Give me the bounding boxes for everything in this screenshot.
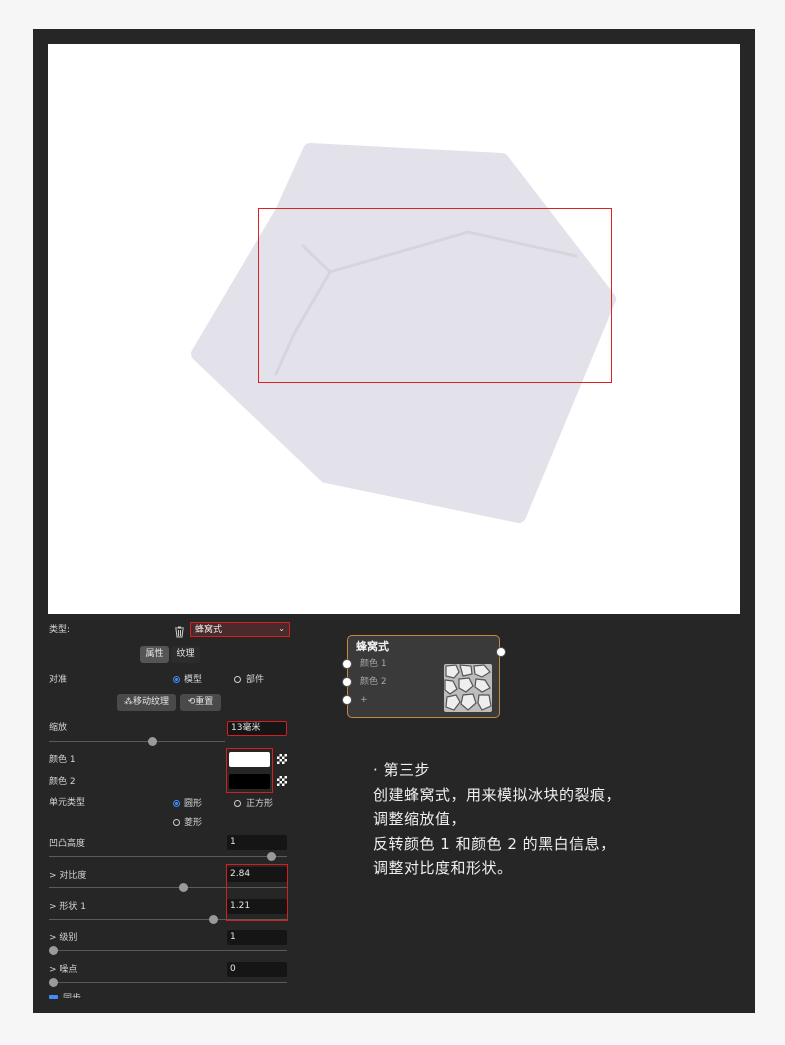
radio-circle-label: 圆形 [184,799,203,809]
tab-properties[interactable]: 属性 [140,646,169,663]
shape-label: > 形状 1 [49,902,86,912]
node-input-color2-label: 颜色 2 [360,677,387,687]
radio-part[interactable] [234,676,241,683]
type-dropdown-value: 蜂窝式 [195,625,223,635]
node-input-add-label: + [360,695,368,705]
radio-square-label: 正方形 [246,799,274,809]
bump-field[interactable]: 1 [227,835,287,850]
radio-circle[interactable] [173,800,180,807]
step-description: · 第三步 创建蜂窝式，用来模拟冰块的裂痕， 调整缩放值， 反转颜色 1 和颜色… [373,758,621,881]
color2-label: 颜色 2 [49,777,76,787]
node-input-port-add[interactable] [342,695,352,705]
sync-checkbox[interactable] [49,995,58,999]
step-line: 调整缩放值， [373,810,467,828]
contrast-slider-knob[interactable] [179,883,188,892]
move-texture-button[interactable]: ⁂移动纹理 [117,694,176,711]
level-label: > 级别 [49,933,78,943]
noise-field[interactable]: 0 [227,962,287,977]
color1-label: 颜色 1 [49,755,76,765]
noise-slider-knob[interactable] [49,978,58,987]
type-label: 类型: [49,625,71,635]
sync-label: 同步 [63,993,81,998]
color2-swatch[interactable] [229,774,270,789]
contrast-shape-highlight-box [226,864,288,921]
cell-type-label: 单元类型 [49,798,86,808]
radio-part-label: 部件 [246,675,265,685]
step-line: 创建蜂窝式，用来模拟冰块的裂痕， [373,785,622,804]
move-icon: ⁂ [123,697,133,707]
step-line: 调整对比度和形状。 [373,859,513,877]
scale-label: 缩放 [49,723,68,733]
type-dropdown[interactable]: 蜂窝式 ⌄ [190,622,290,637]
scale-field[interactable]: 13毫米 [227,721,287,736]
3d-viewport[interactable] [48,44,740,614]
node-title: 蜂窝式 [356,640,389,653]
radio-square[interactable] [234,800,241,807]
level-slider-knob[interactable] [49,946,58,955]
contrast-label: > 对比度 [49,871,87,881]
chevron-down-icon: ⌄ [278,624,285,633]
checker-icon[interactable] [277,776,287,786]
noise-label: > 噪点 [49,965,78,975]
node-input-port-color1[interactable] [342,659,352,669]
color1-swatch[interactable] [229,752,270,767]
align-label: 对准 [49,675,68,685]
scale-slider-knob[interactable] [148,737,157,746]
checker-icon[interactable] [277,754,287,764]
honeycomb-node[interactable]: 蜂窝式 颜色 1 颜色 2 + [342,635,506,718]
noise-slider[interactable] [49,982,287,983]
radio-diamond-label: 菱形 [184,818,203,828]
step-title: · 第三步 [373,761,431,779]
crack-highlight-box [258,208,612,383]
bump-slider[interactable] [49,856,287,857]
radio-model-label: 模型 [184,675,203,685]
shape-slider-knob[interactable] [209,915,218,924]
step-line: 反转颜色 1 和颜色 2 的黑白信息， [373,834,616,853]
level-slider[interactable] [49,950,287,951]
honeycomb-texture-preview [444,664,492,712]
node-output-port[interactable] [496,647,506,657]
trash-icon[interactable] [174,623,185,638]
node-input-color1-label: 颜色 1 [360,659,387,669]
tab-texture[interactable]: 纹理 [171,646,200,663]
level-field[interactable]: 1 [227,930,287,945]
reset-button[interactable]: ⟲重置 [180,694,221,711]
scale-slider[interactable] [49,741,225,742]
bump-slider-knob[interactable] [267,852,276,861]
bump-label: 凹凸高度 [49,839,86,849]
radio-diamond[interactable] [173,819,180,826]
node-input-port-color2[interactable] [342,677,352,687]
radio-model[interactable] [173,676,180,683]
